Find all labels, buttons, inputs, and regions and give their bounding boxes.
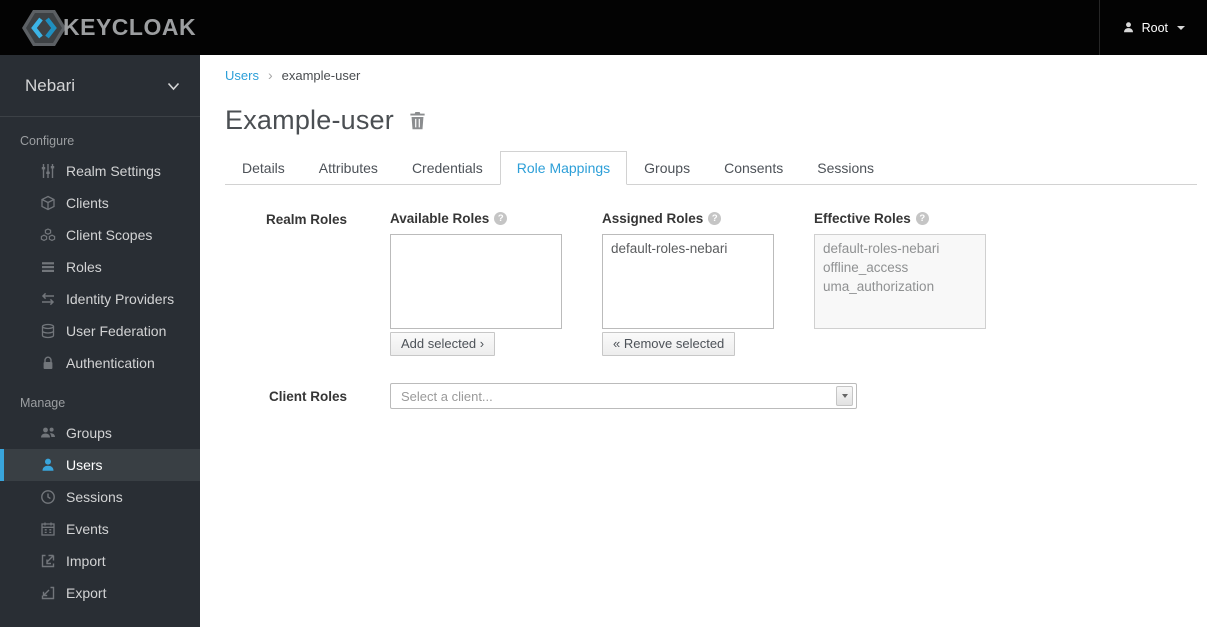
realm-roles-label: Realm Roles [265,212,347,227]
tab-groups[interactable]: Groups [627,151,707,185]
assigned-roles-listbox[interactable]: default-roles-nebari [602,234,774,329]
top-header: KEYCLOAK Root [0,0,1207,55]
calendar-icon [39,521,57,538]
sidebar-item-label: Import [66,553,106,569]
sidebar-item-sessions[interactable]: Sessions [0,481,200,513]
tab-bar: Details Attributes Credentials Role Mapp… [225,151,1197,185]
chevron-down-icon [1177,25,1185,30]
available-roles-heading-text: Available Roles [390,211,490,226]
tab-role-mappings[interactable]: Role Mappings [499,151,628,185]
help-icon[interactable] [915,212,929,225]
help-icon[interactable] [494,212,508,225]
exchange-icon [39,291,57,308]
tab-consents[interactable]: Consents [707,151,800,185]
client-select[interactable]: Select a client... [390,383,857,409]
sidebar-item-label: Groups [66,425,112,441]
sidebar-item-users[interactable]: Users [0,449,200,481]
sidebar-item-label: User Federation [66,323,167,339]
sidebar-item-label: Realm Settings [66,163,161,179]
chevron-down-icon [841,394,848,398]
sidebar-item-events[interactable]: Events [0,513,200,545]
user-name: Root [1141,20,1168,35]
sidebar-section-configure: Configure [20,134,75,148]
sidebar-item-realm-settings[interactable]: Realm Settings [0,155,200,187]
cubes-icon [39,227,57,244]
sidebar-item-label: Identity Providers [66,291,175,307]
sidebar-item-client-scopes[interactable]: Client Scopes [0,219,200,251]
keycloak-logo[interactable]: KEYCLOAK [22,8,196,48]
breadcrumb: Users example-user [225,67,1197,83]
sidebar-item-import[interactable]: Import [0,545,200,577]
sidebar-item-user-federation[interactable]: User Federation [0,315,200,347]
main-content: Users example-user Example-user Details … [200,55,1207,409]
page-title: Example-user [225,105,394,135]
client-roles-label: Client Roles [268,388,347,404]
sidebar-item-label: Roles [66,259,102,275]
cube-icon [39,195,57,212]
client-roles-row: Client Roles Select a client... [225,383,1197,409]
realm-name: Nebari [25,75,76,95]
sidebar-item-groups[interactable]: Groups [0,417,200,449]
role-option: uma_authorization [823,279,935,294]
chevron-right-icon [268,67,273,83]
sidebar-item-label: Client Scopes [66,227,153,243]
sidebar-item-roles[interactable]: Roles [0,251,200,283]
chevron-down-icon [167,76,180,96]
select-arrow-button[interactable] [836,386,853,406]
sidebar-item-label: Authentication [66,355,155,371]
sidebar-item-export[interactable]: Export [0,577,200,609]
assigned-roles-heading-text: Assigned Roles [602,211,704,226]
tab-details[interactable]: Details [225,151,302,185]
user-icon [39,457,57,474]
sidebar-item-label: Users [66,457,103,473]
role-option: default-roles-nebari [823,241,940,256]
sidebar-item-label: Clients [66,195,109,211]
role-option: offline_access [823,260,909,275]
title-row: Example-user [225,105,1197,136]
sidebar-item-identity-providers[interactable]: Identity Providers [0,283,200,315]
import-icon [39,553,57,570]
keycloak-hexagon-icon [22,8,66,48]
users-icon [39,425,57,442]
assigned-roles-heading: Assigned Roles [602,211,774,226]
user-icon [1122,21,1135,34]
lock-icon [39,355,57,372]
effective-roles-listbox: default-roles-nebari offline_access uma_… [814,234,986,329]
breadcrumb-users-link[interactable]: Users [225,68,259,83]
available-roles-heading: Available Roles [390,211,562,226]
effective-roles-heading-text: Effective Roles [814,211,911,226]
sidebar-item-clients[interactable]: Clients [0,187,200,219]
realm-roles-row: Realm Roles Available Roles Add selected… [225,211,1197,356]
export-icon [39,585,57,602]
user-menu[interactable]: Root [1098,0,1207,55]
logo-text: KEYCLOAK [63,14,197,40]
remove-selected-button[interactable]: « Remove selected [602,332,736,356]
sliders-icon [39,163,57,180]
add-selected-button[interactable]: Add selected › [390,332,496,356]
sidebar-item-label: Sessions [66,489,123,505]
effective-roles-heading: Effective Roles [814,211,986,226]
sidebar-item-label: Export [66,585,107,601]
effective-roles-column: Effective Roles default-roles-nebari off… [814,211,986,356]
available-roles-listbox[interactable] [390,234,562,329]
database-icon [39,323,57,340]
sidebar: Nebari Configure Realm Settings Clients … [0,55,200,627]
tab-credentials[interactable]: Credentials [395,151,500,185]
sidebar-item-label: Events [66,521,109,537]
tab-attributes[interactable]: Attributes [302,151,395,185]
list-icon [39,259,57,276]
sidebar-section-manage: Manage [20,396,66,410]
realm-selector[interactable]: Nebari [0,55,200,117]
role-option[interactable]: default-roles-nebari [603,239,773,258]
role-mappings-form: Realm Roles Available Roles Add selected… [225,211,1197,409]
sidebar-item-authentication[interactable]: Authentication [0,347,200,379]
available-roles-column: Available Roles Add selected › [390,211,562,356]
breadcrumb-current: example-user [281,67,361,83]
help-icon[interactable] [708,212,722,225]
delete-user-button[interactable] [409,111,426,130]
tab-sessions[interactable]: Sessions [800,151,891,185]
client-select-placeholder: Select a client... [401,388,493,404]
assigned-roles-column: Assigned Roles default-roles-nebari « Re… [602,211,774,356]
clock-icon [39,489,57,506]
